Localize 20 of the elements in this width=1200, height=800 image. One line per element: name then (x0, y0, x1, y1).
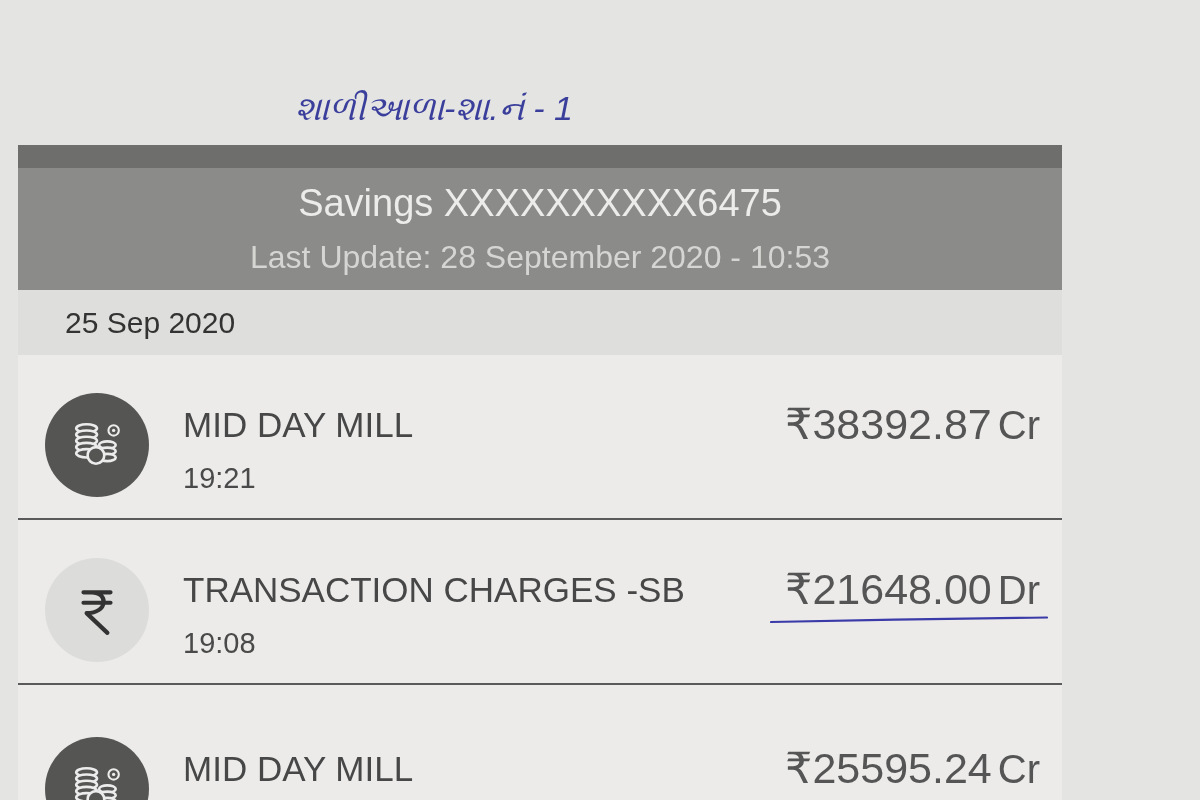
coins-icon (45, 393, 149, 497)
transaction-amount: ₹38392.87 (785, 399, 992, 449)
transaction-title: MID DAY MILL (183, 749, 414, 789)
account-title: Savings XXXXXXXXXX6475 (298, 181, 782, 225)
credit-debit-label: Cr (997, 746, 1040, 793)
transaction-row[interactable]: MID DAY MILL ₹25595.24Cr (18, 685, 1062, 800)
transaction-row[interactable]: MID DAY MILL 19:21 ₹38392.87 Cr (18, 355, 1062, 520)
transaction-row[interactable]: TRANSACTION CHARGES -SB 19:08 ₹21648.00 Dr (18, 520, 1062, 685)
transaction-title: MID DAY MILL (183, 405, 414, 445)
handwritten-note: શાળીઆળા-શા.નં - 1 (295, 88, 573, 129)
transaction-time: 19:08 (183, 626, 256, 660)
date-label: 25 Sep 2020 (65, 304, 236, 341)
transaction-title: TRANSACTION CHARGES -SB (183, 570, 685, 610)
credit-debit-label: Dr (997, 567, 1040, 614)
credit-debit-label: Cr (997, 402, 1040, 449)
transaction-amount: ₹21648.00 (785, 564, 992, 614)
transaction-time: 19:21 (183, 461, 256, 495)
rupee-icon (45, 558, 149, 662)
transaction-amount: ₹25595.24 (785, 743, 992, 793)
last-update-text: Last Update: 28 September 2020 - 10:53 (250, 238, 830, 277)
